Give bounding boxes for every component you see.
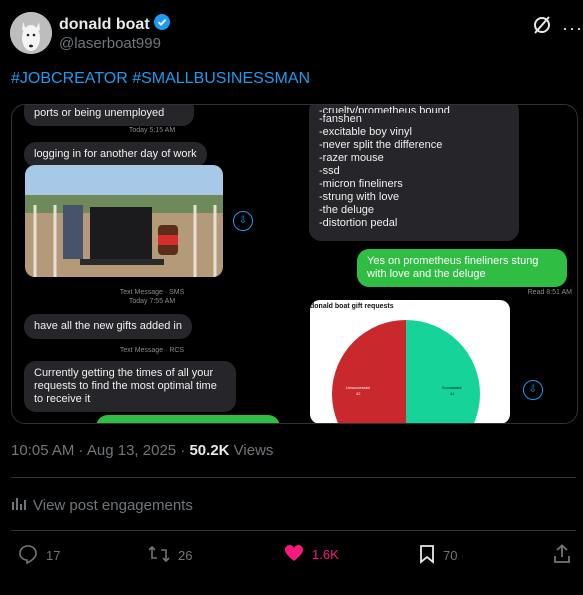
post-text[interactable]: #JOBCREATOR #SMALLBUSINESSMAN: [11, 70, 310, 88]
message-timestamp: Today 5:15 AM: [128, 127, 176, 134]
slice-label-right: Successful: [442, 385, 462, 390]
message-bubble: have all the new gifts added in: [24, 314, 192, 339]
views-label: Views: [233, 442, 274, 459]
pie-slice-successful: [406, 320, 480, 423]
pie-slice-unsuccessful: [332, 320, 406, 423]
views-count: 50.2K: [189, 442, 230, 459]
share-button[interactable]: [553, 544, 571, 567]
gift-list-line: -cruelty/prometheus bound: [319, 105, 450, 113]
post-time[interactable]: 10:05 AM · Aug 13, 2025 ·: [11, 442, 185, 459]
post-image[interactable]: ports or being unemployed Today 5:15 AM …: [11, 104, 578, 424]
heart-icon: [284, 544, 304, 565]
bookmark-icon: [419, 544, 435, 567]
analytics-icon: [11, 496, 27, 514]
gift-list-line: -ssd: [319, 165, 340, 177]
gift-list-line: -the deluge: [319, 204, 375, 216]
more-options-icon[interactable]: ···: [562, 18, 583, 39]
gift-list-line: -strung with love: [319, 191, 400, 203]
view-engagements-link[interactable]: View post engagements: [11, 496, 193, 514]
slice-value-left: 42: [356, 391, 361, 396]
message-bubble-partial: ports or being unemployed: [24, 105, 194, 126]
grok-icon[interactable]: [531, 14, 553, 36]
reply-button[interactable]: 17: [18, 544, 60, 567]
like-count: 1.6K: [312, 547, 339, 562]
repost-icon: [148, 544, 170, 567]
message-bubble-partial: [96, 415, 280, 423]
gift-list-line: -fanshen: [319, 113, 362, 125]
like-button[interactable]: 1.6K: [284, 544, 339, 565]
repost-count: 26: [178, 548, 193, 563]
repost-button[interactable]: 26: [148, 544, 192, 567]
work-desk-photo: [25, 165, 223, 277]
divider: [11, 477, 576, 478]
bookmark-count: 70: [443, 548, 458, 563]
message-bubble: logging in for another day of work: [24, 142, 207, 167]
gift-list-line: -distortion pedal: [319, 217, 398, 229]
author-name-row[interactable]: donald boat: [59, 14, 170, 35]
reply-count: 17: [46, 548, 61, 563]
message-timestamp: Today 7:55 AM: [128, 298, 176, 305]
view-engagements-label: View post engagements: [33, 496, 193, 514]
gift-list-line: -excitable boy vinyl: [319, 126, 412, 138]
divider: [11, 530, 576, 531]
share-icon: [553, 544, 571, 567]
slice-value-right: 41: [450, 391, 455, 396]
download-icon[interactable]: ⇩: [523, 380, 543, 400]
download-icon[interactable]: ⇩: [233, 211, 253, 231]
author-name[interactable]: donald boat: [59, 16, 150, 34]
reply-bubble: Yes on prometheus fineliners stung with …: [357, 249, 567, 287]
read-receipt: Read 8:51 AM: [527, 289, 572, 296]
slice-label-left: Unsuccessful: [346, 385, 370, 390]
avatar[interactable]: [10, 12, 52, 54]
gift-list-line: -micron fineliners: [319, 178, 403, 190]
gift-list-line: -never split the difference: [319, 139, 443, 151]
post-timestamp-row: 10:05 AM · Aug 13, 2025 · 50.2K Views: [11, 442, 273, 459]
bookmark-button[interactable]: 70: [419, 544, 457, 567]
pie-chart-image: donald boat gift requests Unsuccessful 4…: [310, 300, 510, 423]
verified-badge-icon: [153, 14, 170, 35]
reply-icon: [18, 544, 38, 567]
message-service-label: Text Message · RCS: [119, 347, 185, 354]
message-bubble: Currently getting the times of all your …: [24, 361, 236, 412]
gift-list-line: -razer mouse: [319, 152, 384, 164]
author-handle[interactable]: @laserboat999: [59, 35, 161, 52]
message-service-label: Text Message · SMS: [119, 289, 185, 296]
gift-list-bubble: -cruelty/prometheus bound -fanshen -exci…: [309, 105, 519, 241]
